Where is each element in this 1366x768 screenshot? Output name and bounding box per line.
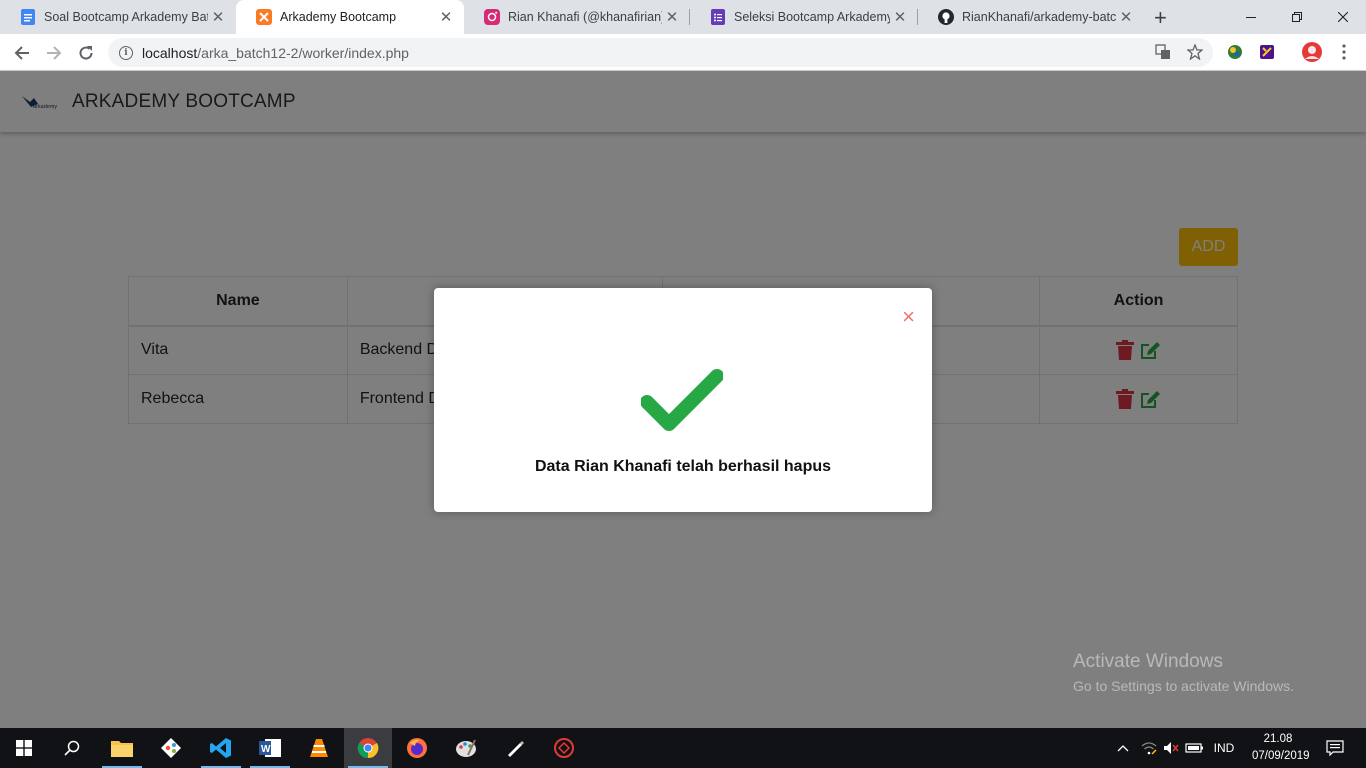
url-text: localhost/arka_batch12-2/worker/index.ph… [142,45,409,61]
instagram-icon [484,9,500,25]
reload-icon[interactable] [72,39,100,67]
minimize-icon[interactable] [1228,0,1274,34]
tray-chevron-icon[interactable] [1112,728,1134,768]
url-host: localhost [142,44,198,61]
extension-purple-icon[interactable] [1257,42,1277,62]
chrome-icon[interactable] [344,728,392,768]
tab-title: Soal Bootcamp Arkademy Batc [44,10,208,24]
windows-taskbar: W IND 21.08 07/09/2019 [0,728,1366,768]
menu-kebab-icon[interactable] [1334,42,1354,62]
new-tab-button[interactable]: + [1154,5,1167,31]
file-explorer-icon[interactable] [98,728,146,768]
tab-title: Arkademy Bootcamp [280,10,397,24]
wifi-icon[interactable] [1138,728,1160,768]
tab-close-icon[interactable]: ✕ [436,8,456,26]
google-forms-icon [710,9,726,25]
profile-avatar[interactable] [1302,42,1322,62]
browser-tab-github[interactable]: RianKhanafi/arkademy-batch- ✕ [918,0,1144,34]
url-path: /arka_batch12-2/worker/index.php [197,44,409,61]
browser-tab-soal[interactable]: Soal Bootcamp Arkademy Batc ✕ [0,0,236,34]
address-bar[interactable]: i localhost/arka_batch12-2/worker/index.… [108,38,1213,67]
success-alert-modal: × Data Rian Khanafi telah berhasil hapus [434,288,932,512]
battery-icon[interactable] [1183,728,1207,768]
browser-tab-forms[interactable]: Seleksi Bootcamp Arkademy B ✕ [690,0,918,34]
site-info-icon[interactable]: i [119,45,133,60]
extension-globe-icon[interactable] [1225,42,1245,62]
clock-time: 21.08 [1263,733,1293,745]
xampp-icon [256,9,272,25]
close-icon[interactable]: × [902,306,915,328]
git-kraken-icon[interactable] [147,728,195,768]
modal-message: Data Rian Khanafi telah berhasil hapus [534,458,832,475]
vlc-icon[interactable] [295,728,343,768]
svg-text:W: W [261,744,271,755]
system-clock[interactable]: 21.08 07/09/2019 [1252,731,1310,765]
google-docs-icon [20,9,36,25]
github-icon [938,9,954,25]
vscode-icon[interactable] [197,728,245,768]
paint-icon[interactable] [442,728,490,768]
tab-title: Rian Khanafi (@khanafirian) • I [508,10,662,24]
bookmark-star-icon[interactable] [1185,42,1205,62]
web-page: arkademy ARKADEMY BOOTCAMP ADD Name Acti… [0,71,1366,728]
restore-icon[interactable] [1274,0,1320,34]
translate-icon[interactable] [1153,42,1173,62]
clock-date: 07/09/2019 [1252,750,1310,762]
tab-close-icon[interactable]: ✕ [662,8,682,26]
language-indicator[interactable]: IND [1209,728,1239,768]
browser-tab-instagram[interactable]: Rian Khanafi (@khanafirian) • I ✕ [464,0,690,34]
close-window-icon[interactable] [1320,0,1366,34]
tab-close-icon[interactable]: ✕ [1116,8,1136,26]
firefox-icon[interactable] [393,728,441,768]
tab-close-icon[interactable]: ✕ [890,8,910,26]
tab-title: RianKhanafi/arkademy-batch- [962,10,1116,24]
notification-center-icon[interactable] [1320,728,1350,768]
search-icon[interactable] [48,728,96,768]
success-check-icon [641,369,723,431]
browser-toolbar: i localhost/arka_batch12-2/worker/index.… [0,34,1366,71]
browser-tab-strip: Soal Bootcamp Arkademy Batc ✕ Arkademy B… [0,0,1366,34]
word-icon[interactable]: W [246,728,294,768]
watermark-title: Activate Windows [1073,651,1223,672]
start-windows-icon[interactable] [0,728,48,768]
forward-icon[interactable] [40,39,68,67]
pen-tool-icon[interactable] [491,728,539,768]
red-app-icon[interactable] [540,728,588,768]
browser-tab-arkademy[interactable]: Arkademy Bootcamp ✕ [236,0,464,34]
volume-muted-icon[interactable] [1160,728,1182,768]
tab-close-icon[interactable]: ✕ [208,8,228,26]
back-icon[interactable] [8,39,36,67]
tab-title: Seleksi Bootcamp Arkademy B [734,10,890,24]
activate-windows-watermark: Activate Windows Go to Settings to activ… [1073,651,1294,694]
watermark-subtitle: Go to Settings to activate Windows. [1073,678,1294,694]
